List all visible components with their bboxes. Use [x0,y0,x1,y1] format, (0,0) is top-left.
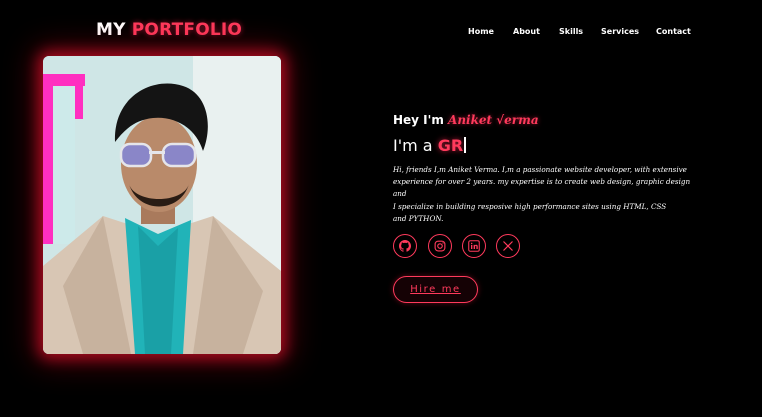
x-link[interactable] [496,234,520,258]
logo[interactable]: MY PORTFOLIO [96,20,242,40]
role-prefix: I'm a [393,136,433,155]
linkedin-link[interactable] [462,234,486,258]
nav-home[interactable]: Home [468,27,494,36]
typing-cursor [464,137,467,153]
profile-photo [43,56,281,354]
instagram-link[interactable] [428,234,452,258]
hero-name: Aniket √erma [448,113,539,127]
intro: Hey I'm Aniket √erma I'm a GR [393,113,539,155]
profile-photo-illustration [43,56,281,354]
bio-line: and PYTHON. [393,213,444,223]
greeting-line: Hey I'm Aniket √erma [393,113,539,127]
bio-line: experience for over 2 years. my expertis… [393,177,691,199]
greeting: Hey I'm [393,113,444,127]
role-typed-text: GR [437,136,464,155]
bio-line: Hi, friends I,m Aniket Verma. I,m a pass… [393,165,687,174]
linkedin-icon [468,240,480,252]
nav-contact[interactable]: Contact [656,27,691,36]
instagram-icon [434,240,446,252]
github-icon [399,240,411,252]
nav-about[interactable]: About [513,27,540,36]
bio: Hi, friends I,m Aniket Verma. I,m a pass… [393,164,705,225]
github-link[interactable] [393,234,417,258]
hire-me-button[interactable]: Hire me [393,276,478,303]
bio-line: I specialize in building resposive high … [393,201,667,211]
role-line: I'm a GR [393,136,467,155]
logo-part-portfolio: PORTFOLIO [131,20,243,40]
x-icon [503,241,513,251]
nav-services[interactable]: Services [601,27,639,36]
logo-part-my: MY [96,20,126,40]
nav-skills[interactable]: Skills [559,27,583,36]
